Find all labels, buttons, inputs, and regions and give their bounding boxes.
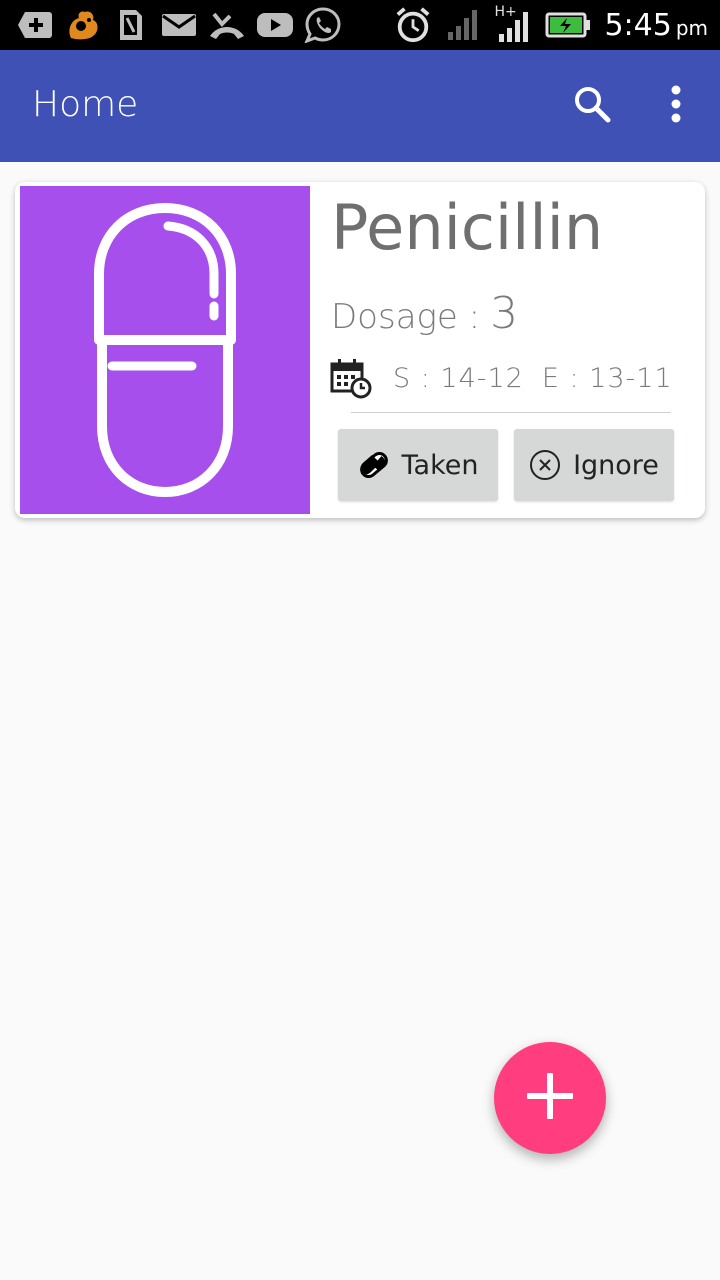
search-button[interactable] [566,80,618,132]
more-vert-icon [670,85,682,127]
medication-card[interactable]: Penicillin Dosage :3 S : 14-12 E : 13-11 [15,182,705,518]
signal-icon [444,8,482,42]
date-range-row: S : 14-12 E : 13-11 [329,356,673,400]
plus-icon [525,1071,575,1125]
more-options-button[interactable] [650,80,702,132]
dosage-label: Dosage : [331,297,481,337]
add-medication-fab[interactable] [494,1042,606,1154]
status-bar: H+ 5:45 pm [0,0,720,50]
medication-name: Penicillin [331,191,604,264]
medication-image [20,186,310,514]
app-bar: Home [0,50,720,162]
whatsapp-icon [304,7,342,43]
calendar-clock-icon [329,356,373,400]
dosage-value: 3 [490,288,519,339]
youtube-icon [256,8,294,42]
battery-charging-icon [544,8,592,42]
uc-browser-icon [64,8,102,42]
network-type-label: H+ [494,4,517,20]
ignore-label: Ignore [573,449,659,481]
status-system: H+ 5:45 pm [394,4,708,46]
cancel-circle-icon [529,449,561,481]
taken-button[interactable]: Taken [338,429,498,501]
sim-card-icon [112,8,150,42]
clock-time: 5:45 [604,7,672,43]
dosage-row: Dosage :3 [331,288,518,339]
taken-label: Taken [401,449,479,481]
status-notifications [16,6,342,44]
missed-call-icon [208,8,246,42]
page-title: Home [32,84,139,125]
email-icon [160,8,198,42]
search-icon [572,84,612,128]
clock-ampm: pm [675,15,708,40]
end-date: E : 13-11 [541,362,673,394]
card-divider [351,412,671,413]
add-box-icon [16,8,54,42]
pill-icon [358,449,390,481]
start-date: S : 14-12 [393,362,524,394]
alarm-icon [394,7,432,43]
signal-hplus-icon: H+ [494,4,532,42]
capsule-icon [20,186,310,514]
clock: 5:45 pm [604,8,708,43]
ignore-button[interactable]: Ignore [514,429,674,501]
